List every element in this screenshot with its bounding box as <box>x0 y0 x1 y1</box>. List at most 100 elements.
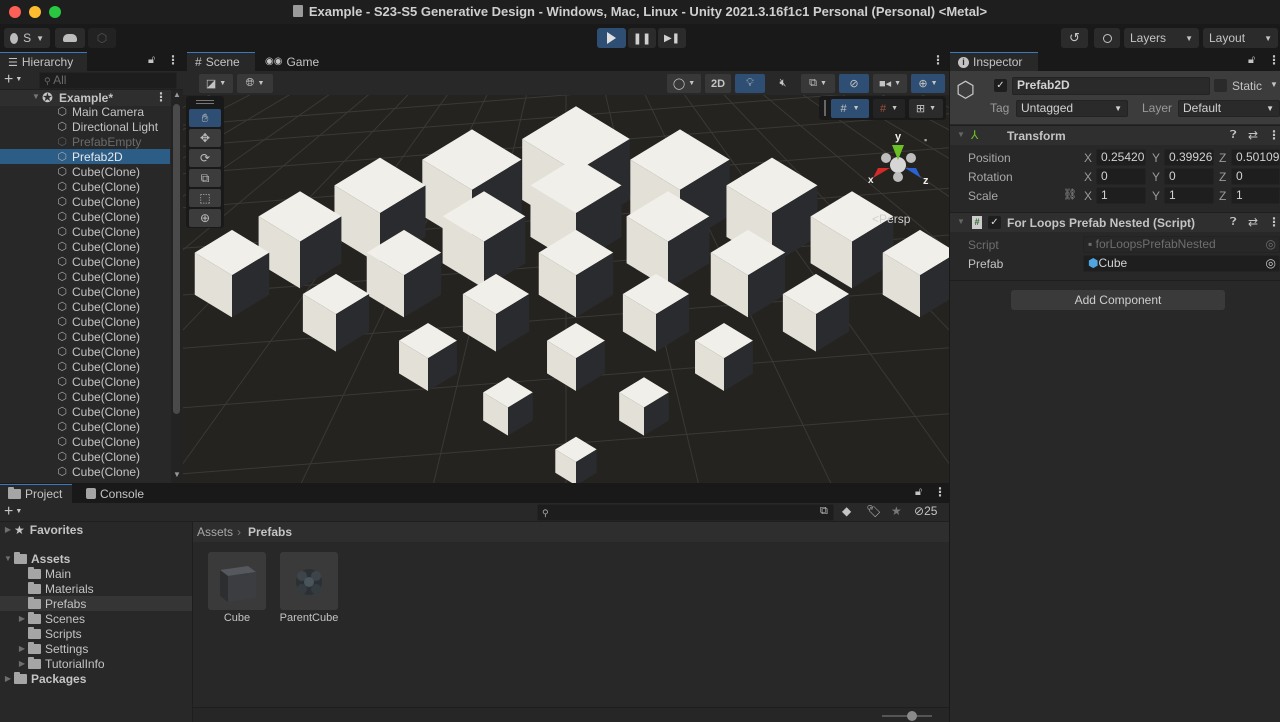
hand-tool-button[interactable]: ✋︎ <box>189 109 221 127</box>
hierarchy-item[interactable]: ⬡ Cube(Clone) <box>0 179 170 194</box>
collapse-arrow-icon[interactable]: ▼ <box>957 130 965 139</box>
hierarchy-item[interactable]: ⬡ Cube(Clone) <box>0 389 170 404</box>
project-tree-item[interactable]: ▶ Packages <box>0 671 192 686</box>
hierarchy-item[interactable]: ⬡ Cube(Clone) <box>0 224 170 239</box>
gizmo-neg-z[interactable] <box>881 153 891 163</box>
script-enabled-checkbox[interactable]: ✓ <box>988 216 1001 229</box>
tab-console[interactable]: Console <box>78 484 158 503</box>
hierarchy-search-input[interactable]: ⚲ All <box>39 72 177 89</box>
draw-mode-dropdown[interactable]: ◪ ▼ <box>199 74 233 93</box>
object-picker-icon[interactable]: ◎ <box>1266 256 1276 271</box>
project-tree-item[interactable]: ▶ TutorialInfo <box>0 656 192 671</box>
static-dropdown-icon[interactable]: ▼ <box>1270 80 1278 89</box>
slider-thumb[interactable] <box>907 711 917 721</box>
orientation-gizmo[interactable]: y x z ▪ <box>863 130 933 200</box>
favorite-star-icon[interactable]: ★ <box>891 504 902 518</box>
gizmo-neg-y[interactable] <box>893 172 903 182</box>
undo-history-button[interactable]: ↺ <box>1061 28 1088 48</box>
hierarchy-item[interactable]: ⬡ Cube(Clone) <box>0 404 170 419</box>
camera-settings-dropdown[interactable]: ■◂ ▼ <box>873 74 907 93</box>
global-local-dropdown[interactable]: 🌐︎ ▼ <box>237 74 273 93</box>
scroll-down-arrow-icon[interactable]: ▼ <box>173 470 181 479</box>
grid-visibility-dropdown[interactable]: # ▼ <box>831 99 869 118</box>
tab-game[interactable]: ◉◉ Game <box>257 52 327 71</box>
scene-viewport[interactable]: ✋︎ ✥ ⟳ ⧉ ⬚ ⊕ # ▼ # ▼ ⊞ ▼ y x z ▪ <Persp <box>183 95 949 483</box>
scrollbar-thumb[interactable] <box>173 104 180 414</box>
project-tree-item[interactable]: ▶ Scenes <box>0 611 192 626</box>
lock-icon[interactable]: 🔓︎ <box>915 486 922 499</box>
object-name-input[interactable]: Prefab2D <box>1012 77 1210 95</box>
position-x-field[interactable]: 0.25420 <box>1096 149 1146 166</box>
static-checkbox[interactable] <box>1214 79 1227 92</box>
rotate-tool-button[interactable]: ⟳ <box>189 149 221 167</box>
more-options-icon[interactable]: ⋮ <box>167 53 179 67</box>
scroll-up-arrow-icon[interactable]: ▲ <box>173 90 181 99</box>
project-tree-item[interactable]: ▶ ★ Favorites <box>0 522 192 537</box>
expand-arrow-icon[interactable]: ▶ <box>2 525 14 534</box>
hierarchy-item[interactable]: ⬡ Cube(Clone) <box>0 419 170 434</box>
cloud-button[interactable] <box>55 28 85 48</box>
more-options-icon[interactable]: ⋮ <box>1268 53 1280 67</box>
scale-tool-button[interactable]: ⧉ <box>189 169 221 187</box>
project-tree-item[interactable]: ▶ Settings <box>0 641 192 656</box>
render-mode-dropdown[interactable]: ◯ ▼ <box>667 74 701 93</box>
pause-button[interactable]: ❚❚ <box>628 28 656 48</box>
position-y-field[interactable]: 0.39926 <box>1164 149 1214 166</box>
hierarchy-item[interactable]: ⬡ Cube(Clone) <box>0 329 170 344</box>
tab-hierarchy[interactable]: ☰ Hierarchy <box>0 52 87 71</box>
prefab-field[interactable]: ⬢Cube ◎ <box>1083 255 1280 272</box>
collapse-arrow-icon[interactable]: ▼ <box>957 217 965 226</box>
hierarchy-item[interactable]: ⬡ Cube(Clone) <box>0 269 170 284</box>
tag-dropdown[interactable]: Untagged ▼ <box>1016 100 1128 117</box>
gameobject-cube-icon[interactable]: ⬡ <box>956 77 975 103</box>
step-button[interactable]: ▶❚ <box>658 28 686 48</box>
help-icon[interactable]: ❓︎ <box>1230 216 1237 229</box>
position-z-field[interactable]: 0.50109 <box>1231 149 1280 166</box>
splitter[interactable] <box>192 522 193 722</box>
gizmos-dropdown[interactable]: ⊕ ▼ <box>911 74 945 93</box>
drag-handle[interactable] <box>824 100 826 116</box>
asset-parentcube[interactable] <box>280 552 338 610</box>
hierarchy-item[interactable]: ⬡ Cube(Clone) <box>0 359 170 374</box>
audio-toggle[interactable]: 🔇︎ <box>769 74 797 93</box>
hierarchy-item[interactable]: ⬡ Cube(Clone) <box>0 284 170 299</box>
hierarchy-item[interactable]: ⬡ Cube(Clone) <box>0 194 170 209</box>
help-icon[interactable]: ❓︎ <box>1230 129 1237 142</box>
rect-tool-button[interactable]: ⬚ <box>189 189 221 207</box>
rotation-z-field[interactable]: 0 <box>1231 168 1280 185</box>
hidden-packages-toggle[interactable]: ⊘25 <box>914 504 937 518</box>
add-component-button[interactable]: Add Component <box>1011 290 1225 310</box>
expand-arrow-icon[interactable]: ▼ <box>32 92 40 101</box>
gizmo-y-cone[interactable] <box>892 145 904 160</box>
gizmo-x-cone[interactable] <box>873 168 890 178</box>
hierarchy-item[interactable]: ⬡ Cube(Clone) <box>0 164 170 179</box>
gizmo-lock-icon[interactable]: ▪ <box>924 135 927 145</box>
layout-dropdown[interactable]: Layout ▼ <box>1203 28 1278 48</box>
create-add-button[interactable]: + ▼ <box>4 71 22 89</box>
presets-icon[interactable]: ⇄ <box>1248 128 1258 142</box>
scale-x-field[interactable]: 1 <box>1096 187 1146 204</box>
layers-dropdown[interactable]: Layers ▼ <box>1124 28 1199 48</box>
layer-dropdown[interactable]: Default ▼ <box>1178 100 1280 117</box>
hierarchy-item[interactable]: ⬡ Cube(Clone) <box>0 374 170 389</box>
active-checkbox[interactable]: ✓ <box>994 79 1007 92</box>
component-menu-icon[interactable]: ⋮ <box>1268 128 1280 142</box>
project-tree-item[interactable]: Prefabs <box>0 596 192 611</box>
hierarchy-item[interactable]: ⬡ Cube(Clone) <box>0 299 170 314</box>
rotation-y-field[interactable]: 0 <box>1164 168 1214 185</box>
project-search-input[interactable]: ⚲ <box>537 504 834 521</box>
expand-arrow-icon[interactable]: ▶ <box>16 614 28 623</box>
transform-tool-button[interactable]: ⊕ <box>189 209 221 227</box>
hierarchy-item[interactable]: ⬡ Main Camera <box>0 104 170 119</box>
gizmo-neg-x[interactable] <box>906 153 916 163</box>
create-add-button[interactable]: + ▼ <box>4 503 22 521</box>
hierarchy-item[interactable]: ⬡ Cube(Clone) <box>0 314 170 329</box>
constrain-proportions-icon[interactable]: ⛓︎ <box>1063 188 1077 201</box>
collab-button[interactable]: ⬡ <box>88 28 116 48</box>
transform-header[interactable]: ▼ ⅄ Transform ❓︎ ⇄ ⋮ <box>950 125 1280 145</box>
scale-y-field[interactable]: 1 <box>1164 187 1214 204</box>
scene-visibility-toggle[interactable]: ⊘ <box>839 74 869 93</box>
expand-arrow-icon[interactable]: ▶ <box>2 674 14 683</box>
expand-arrow-icon[interactable]: ▶ <box>16 644 28 653</box>
search-button[interactable] <box>1094 28 1120 48</box>
